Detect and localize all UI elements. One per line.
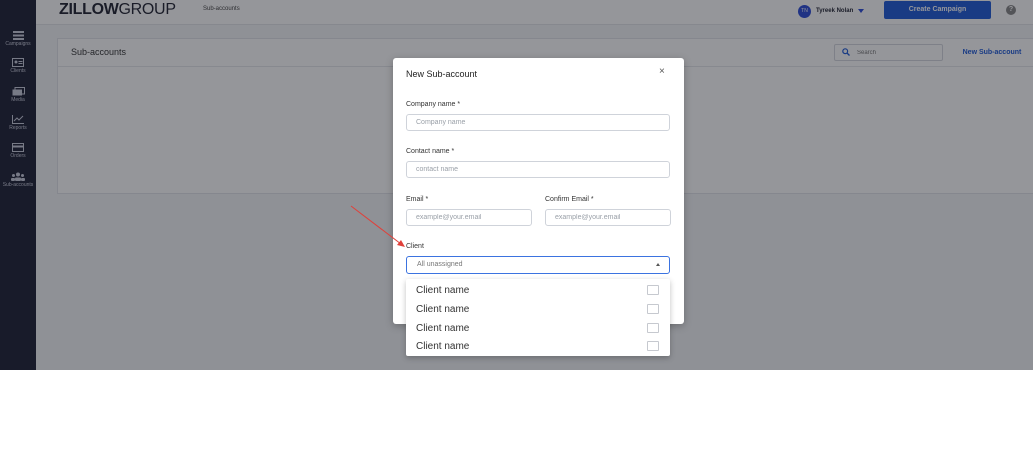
- email-label: Email *: [406, 196, 429, 203]
- email-field[interactable]: [406, 209, 532, 226]
- client-label: Client: [406, 243, 424, 250]
- checkbox[interactable]: [647, 341, 659, 351]
- checkbox[interactable]: [647, 304, 659, 314]
- client-option-label: Client name: [416, 341, 470, 352]
- company-name-label: Company name *: [406, 101, 461, 108]
- contact-name-label: Contact name *: [406, 148, 455, 155]
- client-option[interactable]: Client name: [406, 280, 670, 299]
- confirm-email-field[interactable]: [545, 209, 671, 226]
- company-name-field[interactable]: [406, 114, 670, 131]
- client-select[interactable]: All unassigned: [406, 256, 670, 274]
- client-option[interactable]: Client name: [406, 318, 670, 337]
- checkbox[interactable]: [647, 323, 659, 333]
- client-option-label: Client name: [416, 304, 470, 315]
- contact-name-field[interactable]: [406, 161, 670, 178]
- client-option-label: Client name: [416, 323, 470, 334]
- client-select-value: All unassigned: [417, 261, 463, 268]
- checkbox[interactable]: [647, 285, 659, 295]
- client-option-label: Client name: [416, 285, 470, 296]
- client-option[interactable]: Client name: [406, 336, 670, 355]
- app-window: Campaigns Clients Media Reports Orders S…: [0, 0, 1033, 370]
- client-dropdown-menu: Client name Client name Client name Clie…: [406, 279, 670, 356]
- chevron-up-icon: [656, 263, 660, 266]
- dialog-title: New Sub-account: [406, 69, 478, 79]
- client-option[interactable]: Client name: [406, 299, 670, 318]
- annotation-arrow: [350, 205, 405, 247]
- close-icon[interactable]: ×: [659, 67, 665, 77]
- confirm-email-label: Confirm Email *: [545, 196, 594, 203]
